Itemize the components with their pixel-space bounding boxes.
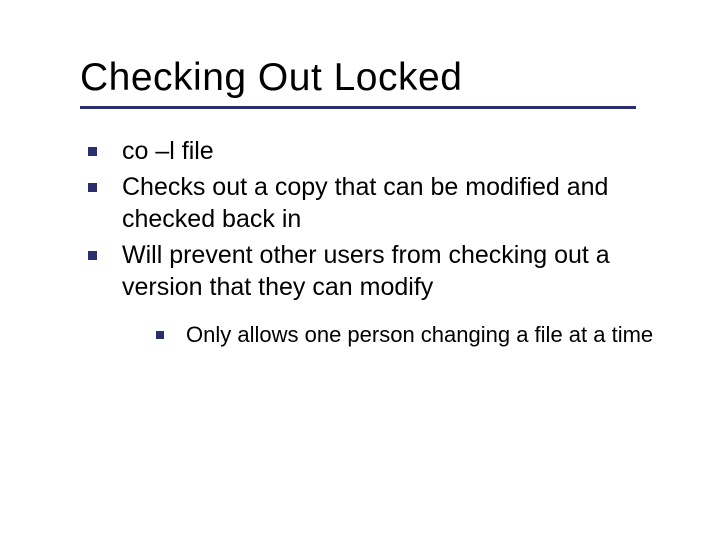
title-underline [80,106,636,109]
list-item: Will prevent other users from checking o… [88,239,670,349]
list-item-text: co –l file [122,137,214,165]
list-item-text: Will prevent other users from checking o… [122,241,610,301]
list-item: co –l file [88,135,670,167]
list-item: Only allows one person changing a file a… [156,321,670,349]
square-bullet-icon [88,183,97,192]
list-item-text: Only allows one person changing a file a… [186,322,653,347]
square-bullet-icon [88,251,97,260]
list-item: Checks out a copy that can be modified a… [88,171,670,235]
square-bullet-icon [156,331,164,339]
square-bullet-icon [88,147,97,156]
sub-bullet-list: Only allows one person changing a file a… [122,321,670,349]
page-title: Checking Out Locked [80,56,670,100]
list-item-text: Checks out a copy that can be modified a… [122,173,608,233]
slide: Checking Out Locked co –l file Checks ou… [0,0,720,540]
bullet-list: co –l file Checks out a copy that can be… [80,135,670,349]
